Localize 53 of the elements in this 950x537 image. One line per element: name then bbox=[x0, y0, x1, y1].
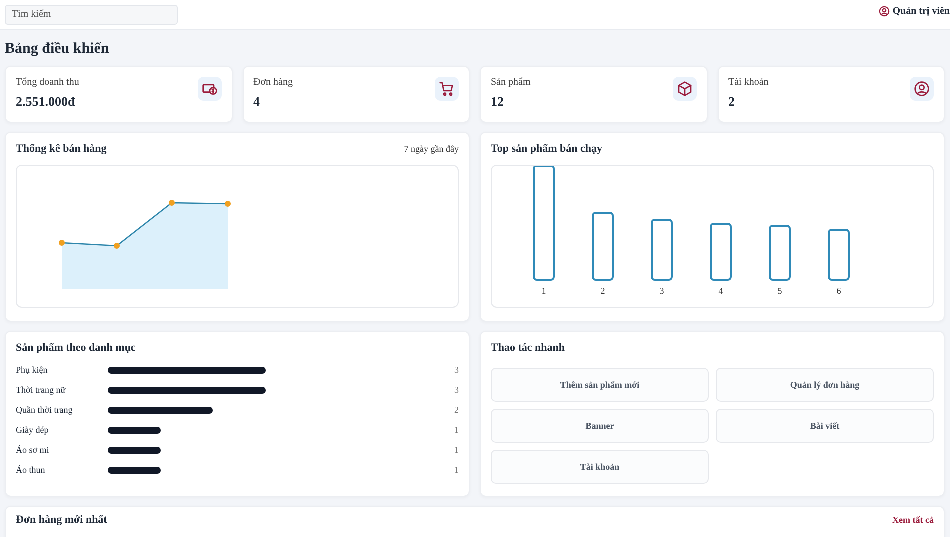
bar-label: 4 bbox=[718, 286, 724, 296]
category-count: 2 bbox=[454, 405, 459, 415]
quick-action-button[interactable]: Quản lý đơn hàng bbox=[716, 368, 934, 402]
category-name: Thời trang nữ bbox=[16, 385, 67, 395]
category-name: Giày dép bbox=[16, 425, 50, 435]
category-count: 1 bbox=[454, 465, 459, 475]
user-icon bbox=[878, 6, 890, 17]
date-range: 7 ngày gần đây bbox=[404, 144, 459, 154]
bar-label: 2 bbox=[600, 286, 606, 296]
category-name: Áo sơ mi bbox=[16, 445, 50, 455]
category-bar bbox=[108, 446, 161, 454]
panel-title: Thao tác nhanh bbox=[491, 342, 566, 354]
panel-title: Sản phẩm theo danh mục bbox=[16, 342, 137, 354]
bar-label: 3 bbox=[660, 286, 664, 296]
bar bbox=[592, 212, 614, 281]
bar-label: 1 bbox=[542, 286, 546, 296]
category-name: Phụ kiện bbox=[16, 365, 49, 375]
stat-label: Đơn hàng bbox=[254, 77, 293, 88]
cart-icon bbox=[439, 81, 455, 97]
stat-value: 12 bbox=[491, 94, 505, 110]
category-count: 3 bbox=[454, 385, 459, 395]
bar bbox=[769, 225, 791, 281]
quick-action-button[interactable]: Thêm sản phẩm mới bbox=[491, 368, 709, 402]
category-count: 3 bbox=[454, 365, 459, 375]
category-count: 1 bbox=[454, 445, 459, 455]
bar bbox=[651, 219, 673, 281]
category-name: Áo thun bbox=[16, 465, 46, 475]
panel-title: Đơn hàng mới nhất bbox=[16, 514, 108, 526]
user-name[interactable]: Quản trị viên bbox=[892, 6, 950, 17]
category-name: Quần thời trang bbox=[16, 405, 74, 415]
bar-label: 6 bbox=[836, 286, 842, 296]
bar bbox=[710, 223, 732, 281]
stat-label: Tổng doanh thu bbox=[16, 77, 80, 88]
stat-value: 4 bbox=[254, 94, 261, 110]
category-bar bbox=[108, 426, 161, 434]
search-field[interactable]: Tìm kiếm bbox=[5, 4, 178, 24]
stat-value: 2.551.000đ bbox=[16, 94, 76, 110]
quick-action-button[interactable]: Banner bbox=[491, 409, 709, 443]
quick-action-button[interactable]: Tài khoản bbox=[491, 450, 709, 484]
stat-value: 2 bbox=[728, 94, 736, 110]
user-icon bbox=[914, 81, 930, 97]
panel-title: Thống kê bán hàng bbox=[16, 143, 107, 155]
category-count: 1 bbox=[454, 425, 459, 435]
category-bar bbox=[108, 466, 161, 474]
stat-label: Tài khoản bbox=[728, 77, 769, 88]
page-title: Bảng điều khiển bbox=[5, 41, 110, 58]
box-icon bbox=[676, 81, 692, 97]
view-all-link[interactable]: Xem tất cả bbox=[892, 515, 934, 525]
quick-action-button[interactable]: Bài viết bbox=[716, 409, 934, 443]
panel-title: Top sản phẩm bán chạy bbox=[491, 143, 604, 155]
bar-label: 5 bbox=[778, 286, 782, 296]
stat-label: Sản phẩm bbox=[491, 77, 531, 88]
bar bbox=[828, 229, 850, 281]
